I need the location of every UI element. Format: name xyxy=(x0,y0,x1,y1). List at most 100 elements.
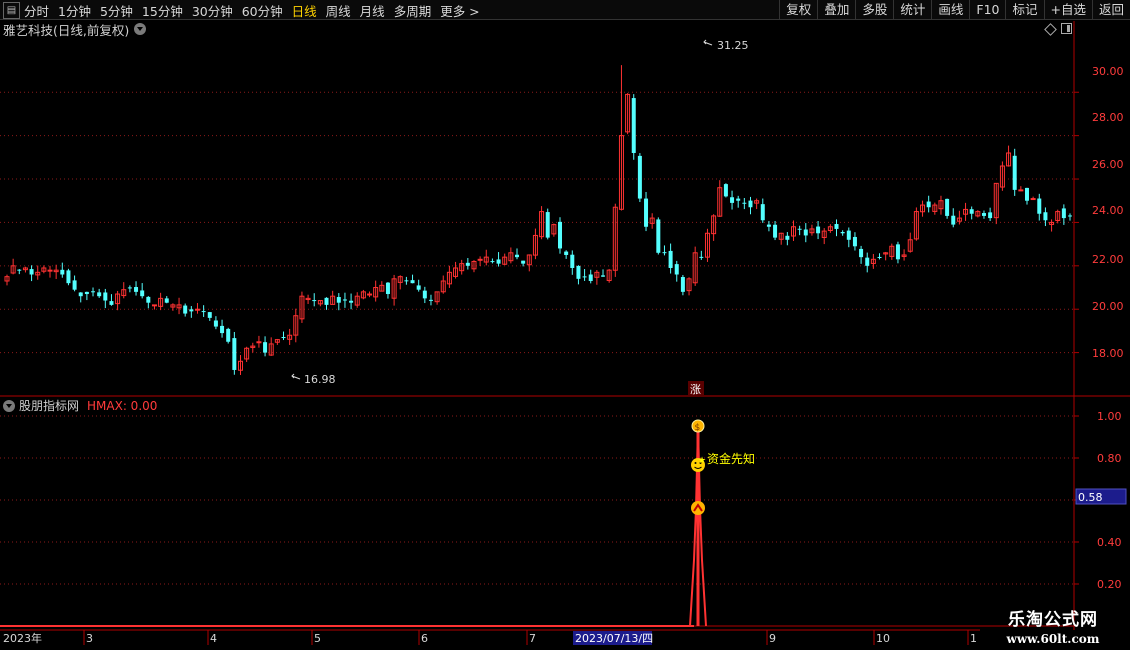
stock-title: 雅艺科技(日线,前复权) xyxy=(3,22,130,38)
svg-text:31.25: 31.25 xyxy=(717,39,749,52)
diamond-icon[interactable] xyxy=(1044,23,1057,36)
date-label-3: 3 xyxy=(86,632,93,645)
candle-body xyxy=(1068,215,1072,217)
candle-body xyxy=(164,298,169,303)
candle-body xyxy=(760,204,765,221)
candle-body xyxy=(969,209,974,214)
candle-body xyxy=(91,291,96,293)
candle-body xyxy=(668,250,673,268)
chart-canvas[interactable]: 30.00 28.00 26.00 24.00 22.00 20.00 18.0… xyxy=(0,0,1130,650)
candle-body xyxy=(183,305,188,314)
candle-body xyxy=(342,299,347,301)
candle-body xyxy=(416,285,421,290)
candle-body xyxy=(834,224,839,229)
candle-body xyxy=(78,292,83,297)
candle-body xyxy=(490,261,495,263)
limit-up-marker: 涨 xyxy=(690,383,701,396)
candle-body xyxy=(674,264,679,275)
candle-body xyxy=(748,200,753,208)
price-tick-22: 22.00 xyxy=(1092,253,1124,266)
chevron-down-icon[interactable] xyxy=(134,23,147,35)
candle-body xyxy=(60,269,65,275)
date-label-7: 7 xyxy=(529,632,536,645)
candle-body xyxy=(189,309,194,312)
price-axis: 30.00 28.00 26.00 24.00 22.00 20.00 18.0… xyxy=(1092,65,1124,360)
candle-body xyxy=(742,202,747,204)
candle-body xyxy=(1037,198,1042,214)
candle-body xyxy=(570,254,575,268)
candle-body xyxy=(428,299,433,301)
candle-body xyxy=(951,215,956,225)
up-arrow-icon xyxy=(691,501,705,515)
price-tick-18: 18.00 xyxy=(1092,347,1124,360)
date-label-10: 10 xyxy=(876,632,890,645)
date-label-1: 1 xyxy=(970,632,977,645)
price-tick-30: 30.00 xyxy=(1092,65,1124,78)
chevron-down-icon[interactable] xyxy=(3,399,15,412)
money-bag-icon: $ xyxy=(691,419,705,433)
candle-body xyxy=(1030,198,1036,201)
candle-body xyxy=(127,287,132,289)
candle-body xyxy=(256,341,262,344)
candle-body xyxy=(465,262,470,266)
candle-body xyxy=(662,252,667,254)
candle-body xyxy=(680,277,685,292)
candle-body xyxy=(1043,212,1048,221)
candle-body xyxy=(773,224,778,238)
star-marker: ★ xyxy=(698,456,706,466)
grid-lines xyxy=(0,91,1074,585)
watermark-url: www.60lt.com xyxy=(1006,632,1100,646)
svg-text:16.98: 16.98 xyxy=(304,373,336,386)
candle-body xyxy=(736,198,741,201)
candle-body xyxy=(785,235,790,240)
indicator-name[interactable]: 股朋指标网 xyxy=(19,397,79,414)
low-label: 16.98 xyxy=(291,373,336,386)
candle-body xyxy=(588,274,593,282)
candle-body xyxy=(312,300,317,302)
candle-body xyxy=(146,296,151,303)
candle-body xyxy=(723,184,728,197)
candle-body xyxy=(194,308,200,311)
chart-corner-icons xyxy=(1044,23,1072,36)
candle-body xyxy=(576,265,581,279)
candle-body xyxy=(877,256,882,258)
candle-body xyxy=(582,276,587,278)
candle-body xyxy=(840,232,845,234)
candle-body xyxy=(1061,208,1066,219)
chart-title: 雅艺科技(日线,前复权) xyxy=(3,21,147,38)
candle-body xyxy=(207,312,212,318)
candle-body xyxy=(601,275,606,277)
candle-body xyxy=(151,304,157,307)
candle-body xyxy=(637,155,642,199)
candle-body xyxy=(140,290,145,297)
panel-toggle-icon[interactable] xyxy=(1061,23,1072,34)
candle-body xyxy=(797,228,802,230)
candle-body xyxy=(336,297,341,303)
cursor-date: 2023/07/13/四 xyxy=(575,632,653,645)
date-label-9: 9 xyxy=(769,632,776,645)
ind-tick-100: 1.00 xyxy=(1097,410,1122,423)
ind-tick-040: 0.40 xyxy=(1097,536,1122,549)
current-value: 0.58 xyxy=(1078,491,1103,504)
candle-body xyxy=(404,280,409,282)
candle-body xyxy=(477,258,483,261)
date-label-4: 4 xyxy=(210,632,217,645)
candle-body xyxy=(521,260,526,264)
candle-body xyxy=(1012,155,1017,190)
candle-body xyxy=(281,337,286,339)
candlestick-series xyxy=(4,65,1072,375)
candle-body xyxy=(349,300,354,303)
price-tick-28: 28.00 xyxy=(1092,111,1124,124)
candle-body xyxy=(545,212,550,238)
candle-body xyxy=(859,248,864,258)
indicator-title: 股朋指标网 HMAX: 0.00 xyxy=(3,398,157,413)
watermark-logo: 乐淘公式网 www.60lt.com xyxy=(988,605,1118,646)
indicator-annotation: 资金先知 xyxy=(707,451,755,466)
candle-body xyxy=(367,293,373,296)
candle-body xyxy=(496,259,501,264)
indicator-value: HMAX: 0.00 xyxy=(87,398,158,413)
price-tick-24: 24.00 xyxy=(1092,204,1124,217)
candle-body xyxy=(226,328,231,342)
ind-tick-080: 0.80 xyxy=(1097,452,1122,465)
candle-body xyxy=(263,342,268,353)
